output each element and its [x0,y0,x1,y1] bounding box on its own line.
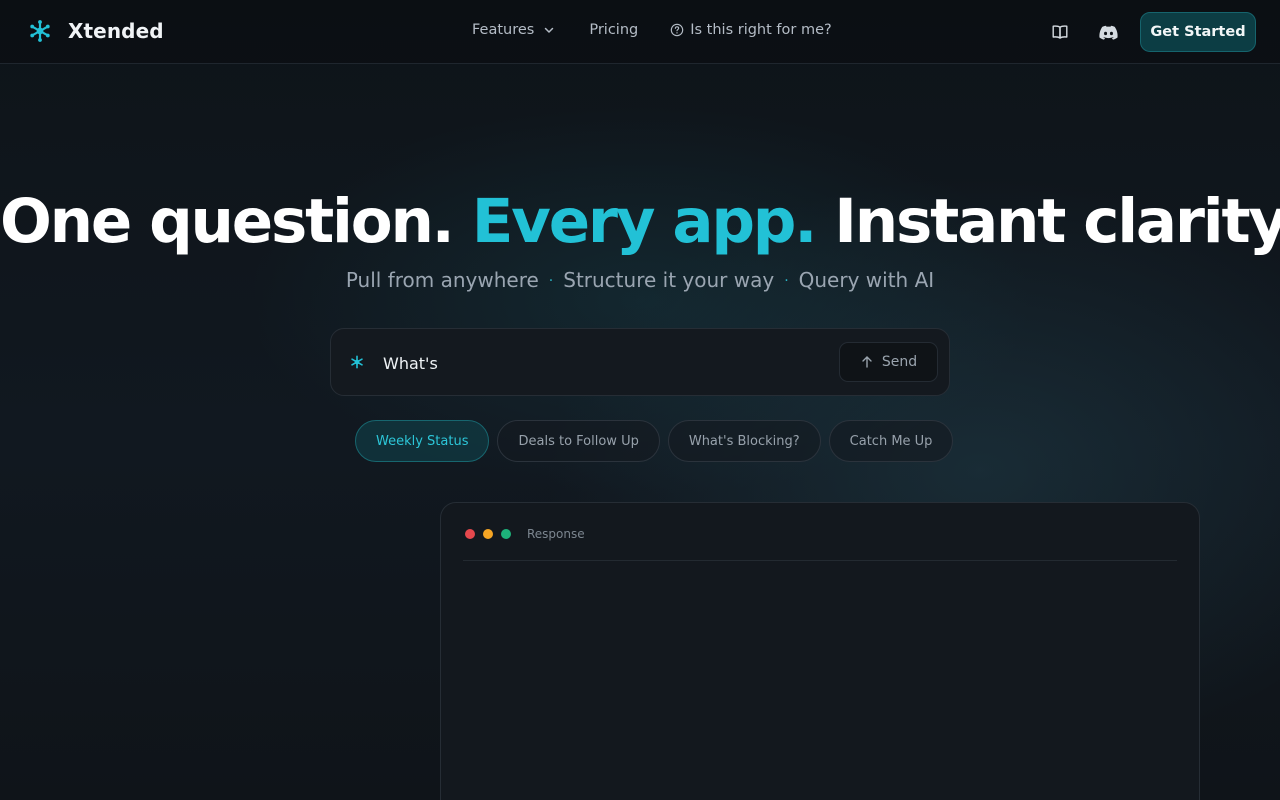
chip-deals-to-follow-up[interactable]: Deals to Follow Up [497,420,660,462]
chip-whats-blocking[interactable]: What's Blocking? [667,420,821,462]
nav-right-for-me-label: Is this right for me? [690,22,832,38]
book-open-icon [1052,25,1068,39]
send-button[interactable]: Send [839,342,938,382]
window-dot-yellow [483,529,493,539]
nav-pricing-link[interactable]: Pricing [589,22,638,38]
discord-icon [1098,25,1118,40]
separator-dot: · [548,273,554,289]
question-input[interactable] [383,350,803,376]
get-started-button[interactable]: Get Started [1140,12,1256,52]
chevron-down-icon [545,27,554,33]
nav-links: Features Pricing Is this right for me? [472,22,832,38]
brand[interactable]: Xtended [28,19,164,43]
brand-name: Xtended [68,19,164,43]
response-panel: Response [440,502,1200,800]
asterisk-icon [351,355,363,369]
response-label: Response [527,527,585,541]
nav-features-label: Features [472,22,535,38]
hero-sub-item: Pull from anywhere [345,268,539,292]
nav-right-for-me-link[interactable]: Is this right for me? [670,22,832,38]
window-dot-green [501,529,511,539]
response-panel-header: Response [465,527,585,541]
divider [463,560,1177,561]
nav-pricing-label: Pricing [589,22,639,38]
hero-title-accent: Every app. [471,186,818,257]
separator-dot: · [784,273,789,289]
chip-catch-me-up[interactable]: Catch Me Up [828,420,954,462]
chip-weekly-status[interactable]: Weekly Status [355,420,490,462]
asterisk-logo-icon [30,20,50,42]
docs-button[interactable] [1050,22,1070,42]
hero-title-tail: Instant clarity. [815,186,1280,257]
arrow-up-icon [862,356,872,368]
ask-box: Send [330,328,950,396]
suggestion-chips: Weekly Status Deals to Follow Up What's … [355,420,954,462]
top-nav: Xtended Features Pricing Is this right f… [0,0,1280,64]
hero-sub-item: Structure it your way [563,268,775,292]
nav-features-dropdown[interactable]: Features [472,22,555,38]
send-label: Send [881,354,918,370]
hero-title: One question. Every app. Instant clarity… [0,186,1280,257]
hero-subtitle: Pull from anywhere · Structure it your way… [0,268,1280,292]
discord-button[interactable] [1098,22,1118,42]
hero-sub-item: Query with AI [798,268,935,292]
hero-title-lead: One question. [0,186,472,257]
help-circle-icon [670,23,684,37]
window-dot-red [465,529,475,539]
